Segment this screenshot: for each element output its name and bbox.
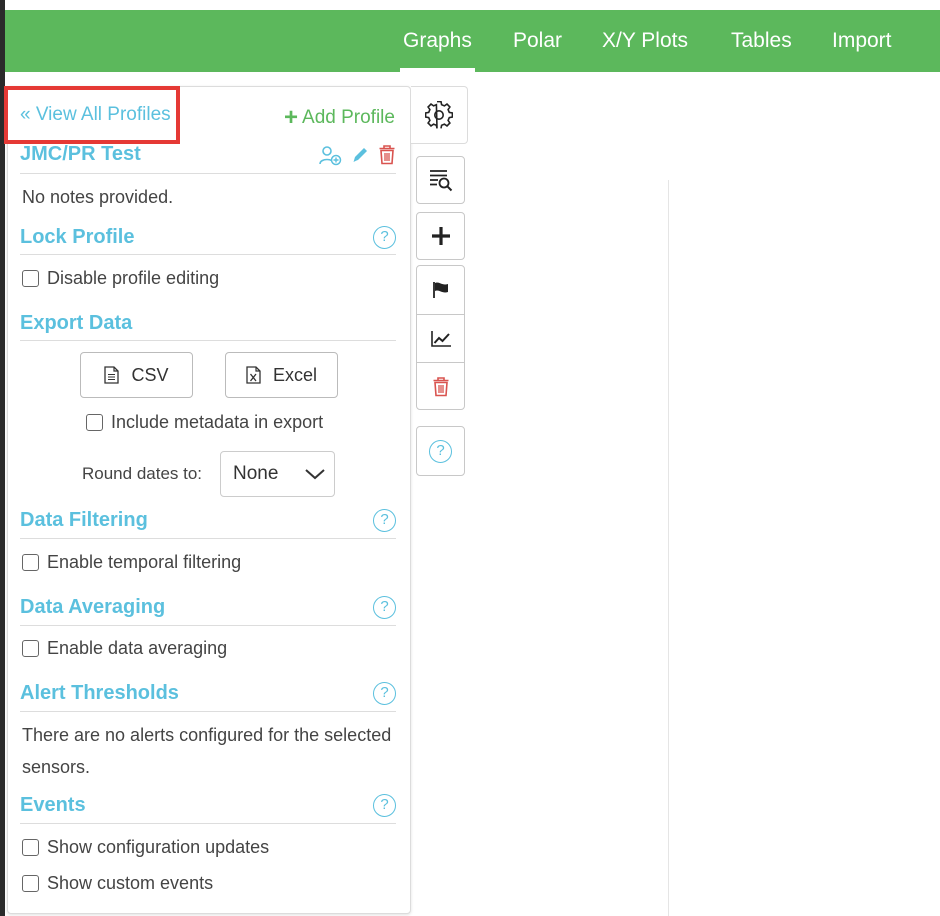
data-averaging-label: Enable data averaging xyxy=(47,638,228,658)
search-list-button[interactable] xyxy=(416,156,465,204)
events-help-icon[interactable]: ? xyxy=(373,794,396,817)
tab-xy-plots[interactable]: X/Y Plots xyxy=(602,10,688,72)
settings-tab[interactable] xyxy=(411,86,468,144)
include-metadata-row[interactable]: Include metadata in export xyxy=(86,412,323,433)
document-icon xyxy=(104,366,120,384)
help-button[interactable]: ? xyxy=(416,426,465,476)
delete-chart-button[interactable] xyxy=(417,362,464,410)
data-averaging-checkbox[interactable] xyxy=(22,640,39,657)
tab-import[interactable]: Import xyxy=(832,10,892,72)
divider xyxy=(20,625,396,626)
line-chart-icon xyxy=(430,330,451,347)
divider xyxy=(20,823,396,824)
add-profile-label: Add Profile xyxy=(302,107,395,128)
trash-icon xyxy=(433,377,448,397)
alert-thresholds-title: Alert Thresholds xyxy=(20,682,179,704)
profile-notes: No notes provided. xyxy=(22,187,174,207)
chevron-down-icon xyxy=(305,469,325,480)
temporal-filtering-label: Enable temporal filtering xyxy=(47,552,242,572)
excel-label: Excel xyxy=(272,364,317,385)
include-metadata-checkbox[interactable] xyxy=(86,414,103,431)
include-metadata-label: Include metadata in export xyxy=(111,412,324,432)
chart-area-divider xyxy=(668,180,669,916)
trend-chart-button[interactable] xyxy=(417,314,464,362)
divider xyxy=(20,538,396,539)
list-search-icon xyxy=(429,170,452,192)
disable-editing-row[interactable]: Disable profile editing xyxy=(22,268,219,289)
tab-tables[interactable]: Tables xyxy=(731,10,792,72)
lock-help-icon[interactable]: ? xyxy=(373,226,396,249)
filtering-help-icon[interactable]: ? xyxy=(373,509,396,532)
divider xyxy=(20,340,396,341)
tab-graphs[interactable]: Graphs xyxy=(400,10,475,72)
chart-tools-group xyxy=(416,265,465,410)
lock-profile-title: Lock Profile xyxy=(20,226,135,248)
show-config-updates-checkbox[interactable] xyxy=(22,839,39,856)
temporal-filtering-checkbox[interactable] xyxy=(22,554,39,571)
show-custom-events-label: Show custom events xyxy=(47,873,214,893)
profile-name: JMC/PR Test xyxy=(20,143,141,165)
disable-editing-label: Disable profile editing xyxy=(47,268,220,288)
export-excel-button[interactable]: Excel xyxy=(225,352,338,398)
flag-icon xyxy=(432,282,448,298)
divider xyxy=(20,173,396,174)
csv-label: CSV xyxy=(131,364,169,385)
alerts-help-icon[interactable]: ? xyxy=(373,682,396,705)
data-averaging-title: Data Averaging xyxy=(20,596,166,618)
show-config-updates-label: Show configuration updates xyxy=(47,837,270,857)
flag-button[interactable] xyxy=(417,266,464,314)
alerts-message-line2: sensors. xyxy=(22,757,91,777)
plus-icon: + xyxy=(284,104,299,131)
export-data-title: Export Data xyxy=(20,312,133,334)
data-filtering-title: Data Filtering xyxy=(20,509,148,531)
show-custom-events-checkbox[interactable] xyxy=(22,875,39,892)
profile-panel xyxy=(7,86,411,914)
add-button[interactable] xyxy=(416,212,465,260)
round-dates-select[interactable]: None xyxy=(220,451,335,497)
add-profile-button[interactable]: + Add Profile xyxy=(284,104,395,132)
show-custom-events-row[interactable]: Show custom events xyxy=(22,873,213,894)
alerts-message-line1: There are no alerts configured for the s… xyxy=(22,725,392,745)
user-share-icon[interactable] xyxy=(319,145,342,166)
pencil-icon[interactable] xyxy=(351,145,370,164)
round-dates-label: Round dates to: xyxy=(82,464,203,483)
events-title: Events xyxy=(20,794,86,816)
data-averaging-row[interactable]: Enable data averaging xyxy=(22,638,227,659)
disable-editing-checkbox[interactable] xyxy=(22,270,39,287)
excel-icon xyxy=(246,366,261,384)
help-icon: ? xyxy=(429,439,452,463)
top-nav-bar: Graphs Polar X/Y Plots Tables Import xyxy=(5,10,940,72)
temporal-filtering-row[interactable]: Enable temporal filtering xyxy=(22,552,241,573)
highlight-annotation-box xyxy=(4,86,180,144)
averaging-help-icon[interactable]: ? xyxy=(373,596,396,619)
trash-icon[interactable] xyxy=(378,144,396,165)
tab-polar[interactable]: Polar xyxy=(513,10,562,72)
gear-icon xyxy=(425,101,453,129)
export-csv-button[interactable]: CSV xyxy=(80,352,193,398)
plus-icon xyxy=(431,227,450,245)
round-dates-value: None xyxy=(233,463,279,484)
divider xyxy=(20,254,396,255)
divider xyxy=(20,711,396,712)
show-config-updates-row[interactable]: Show configuration updates xyxy=(22,837,269,858)
